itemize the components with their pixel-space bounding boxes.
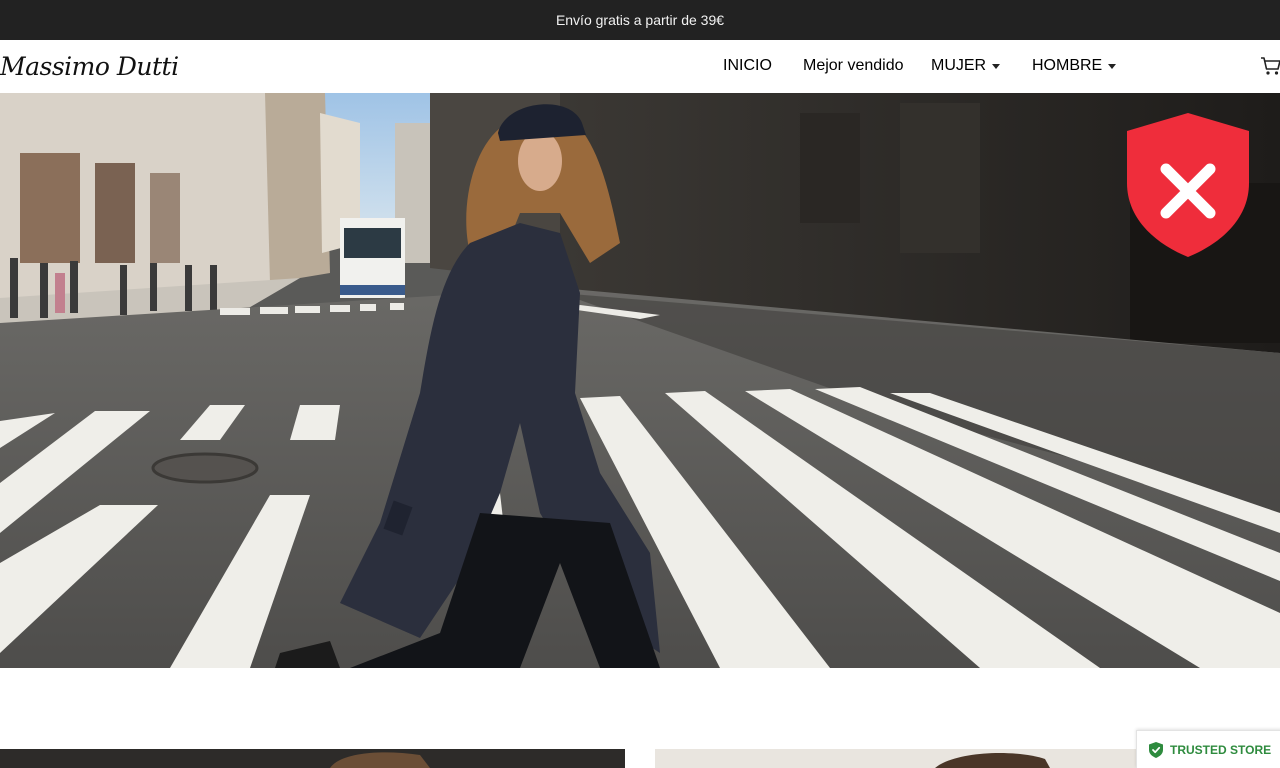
caret-down-icon — [992, 63, 1001, 69]
category-card-left[interactable] — [0, 749, 625, 768]
nav-item-mujer[interactable]: MUJER — [931, 57, 1001, 75]
nav-item-mejor-vendido[interactable]: Mejor vendido — [803, 57, 904, 75]
nav-item-label: INICIO — [723, 57, 772, 74]
cart-icon[interactable] — [1260, 55, 1280, 77]
nav-item-label: Mejor vendido — [803, 57, 904, 74]
nav-item-label: HOMBRE — [1032, 57, 1103, 74]
category-image-left — [0, 749, 625, 768]
shield-x-icon — [1127, 113, 1249, 257]
nav-item-inicio[interactable]: INICIO — [723, 57, 772, 75]
trusted-store-label: TRUSTED STORE — [1170, 742, 1272, 757]
trusted-store-badge[interactable]: TRUSTED STORE — [1136, 730, 1280, 768]
caret-down-icon — [1108, 63, 1117, 69]
brand-logo[interactable]: Massimo Dutti — [0, 52, 179, 81]
street-crossing-photo — [0, 93, 1280, 668]
nav-item-hombre[interactable]: HOMBRE — [1032, 57, 1117, 75]
announcement-text: Envío gratis a partir de 39€ — [555, 12, 725, 28]
shield-check-icon — [1149, 741, 1163, 758]
site-header: Massimo Dutti INICIO Mejor vendido MUJER… — [0, 40, 1280, 93]
nav-item-label: MUJER — [931, 57, 987, 74]
announcement-bar: Envío gratis a partir de 39€ — [0, 0, 1280, 40]
hero-banner-image[interactable] — [0, 93, 1280, 668]
